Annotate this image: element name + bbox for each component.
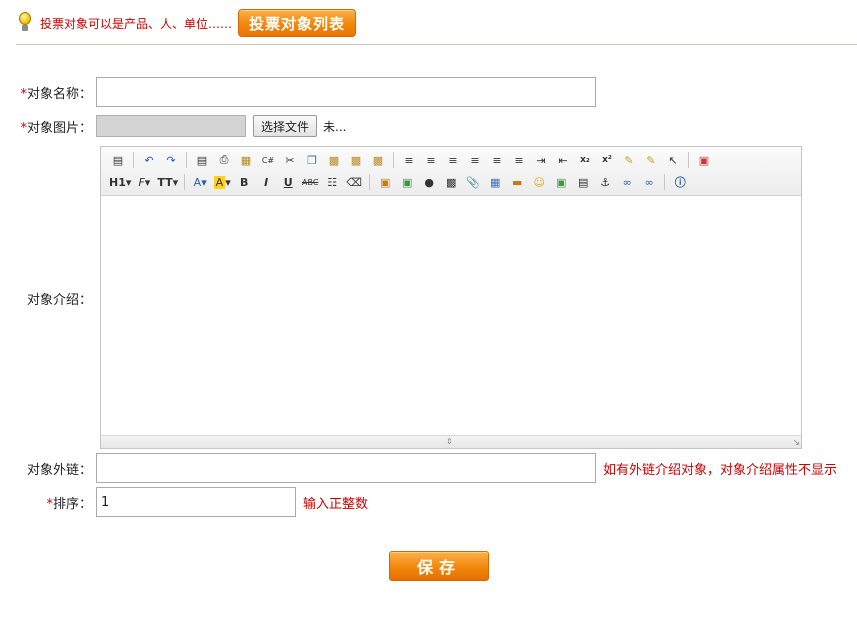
table-icon[interactable]: ▦ [486, 173, 504, 191]
align-center-icon[interactable]: ≡ [422, 151, 440, 169]
media-icon[interactable]: ▩ [442, 173, 460, 191]
image-path-field [96, 115, 246, 137]
image-icon[interactable]: ▣ [376, 173, 394, 191]
sort-row: *排序： 输入正整数 [0, 487, 368, 517]
sort-hint: 输入正整数 [303, 496, 369, 512]
source-icon[interactable]: ▤ [109, 151, 127, 169]
underline-icon[interactable]: U [279, 173, 297, 191]
sort-label: *排序： [46, 496, 92, 512]
code-icon[interactable]: C# [259, 151, 277, 169]
highlight-color-dropdown[interactable]: A ▾ [213, 173, 231, 191]
lightbulb-icon [16, 12, 34, 34]
template-icon[interactable]: ▦ [237, 151, 255, 169]
link-hint: 如有外链介绍对象，对象介绍属性不显示 [603, 462, 838, 478]
name-input[interactable] [96, 77, 596, 107]
paste-icon[interactable]: ▩ [325, 151, 343, 169]
gallery-icon[interactable]: ▣ [552, 173, 570, 191]
justify-icon[interactable]: ≡ [466, 151, 484, 169]
editor-toolbar: ▤ ↶ ↷ ▤ ⎙ ▦ C# ✂ ❐ ▩ ▩ ▩ ≡ ≡ ≡ ≡ ≡ ≡ ⇥ ⇤… [101, 147, 801, 196]
paste-word-icon[interactable]: ▩ [369, 151, 387, 169]
outdent-icon[interactable]: ⇤ [554, 151, 572, 169]
link-input[interactable] [96, 453, 596, 483]
editor-content-area[interactable] [101, 196, 801, 435]
unordered-list-icon[interactable]: ≡ [510, 151, 528, 169]
fullscreen-icon[interactable]: ▣ [695, 151, 713, 169]
divider [16, 44, 857, 45]
strikethrough-icon[interactable]: ABC [301, 173, 319, 191]
image-row: *对象图片： 选择文件 未... [0, 115, 346, 137]
line-height-icon[interactable]: ☷ [323, 173, 341, 191]
italic-icon[interactable]: I [257, 173, 275, 191]
quick-format-icon[interactable]: ✎ [642, 151, 660, 169]
choose-file-button[interactable]: 选择文件 [253, 115, 318, 137]
link-row: 对象外链： 如有外链介绍对象，对象介绍属性不显示 [0, 453, 837, 483]
file-status: 未... [323, 119, 347, 134]
tip-text: 投票对象可以是产品、人、单位…… [40, 16, 233, 31]
indent-icon[interactable]: ⇥ [532, 151, 550, 169]
rich-text-editor: ▤ ↶ ↷ ▤ ⎙ ▦ C# ✂ ❐ ▩ ▩ ▩ ≡ ≡ ≡ ≡ ≡ ≡ ⇥ ⇤… [100, 146, 802, 449]
intro-label: 对象介绍： [26, 293, 92, 308]
superscript-icon[interactable]: x² [598, 151, 616, 169]
flash-icon[interactable]: ● [420, 173, 438, 191]
font-family-dropdown[interactable]: F ▾ [135, 173, 153, 191]
unlink-icon[interactable]: ∞ [640, 173, 658, 191]
align-right-icon[interactable]: ≡ [444, 151, 462, 169]
multi-image-icon[interactable]: ▣ [398, 173, 416, 191]
toolbar-row-1: ▤ ↶ ↷ ▤ ⎙ ▦ C# ✂ ❐ ▩ ▩ ▩ ≡ ≡ ≡ ≡ ≡ ≡ ⇥ ⇤… [107, 149, 795, 171]
attachment-icon[interactable]: 📎 [464, 173, 482, 191]
image-label: *对象图片： [20, 120, 92, 136]
intro-row: 对象介绍： [0, 289, 96, 308]
tip-bar: 投票对象可以是产品、人、单位…… 投票对象列表 [16, 8, 857, 38]
select-icon[interactable]: ↖ [664, 151, 682, 169]
redo-icon[interactable]: ↷ [162, 151, 180, 169]
print-icon[interactable]: ⎙ [215, 151, 233, 169]
font-color-dropdown[interactable]: A ▾ [191, 173, 209, 191]
align-left-icon[interactable]: ≡ [400, 151, 418, 169]
undo-icon[interactable]: ↶ [140, 151, 158, 169]
preview-icon[interactable]: ▤ [193, 151, 211, 169]
pagebreak-icon[interactable]: ▤ [574, 173, 592, 191]
hr-icon[interactable]: ▬ [508, 173, 526, 191]
vote-object-list-button[interactable]: 投票对象列表 [238, 9, 357, 37]
anchor-icon[interactable]: ⚓ [596, 173, 614, 191]
name-label: *对象名称： [20, 86, 92, 102]
toolbar-row-2: H1 ▾ F ▾ TT ▾ A ▾ A ▾ B I U ABC ☷ ⌫ ▣ ▣ ● ▩ 📎… [107, 171, 795, 193]
resize-corner-icon[interactable]: ↘ [792, 438, 800, 448]
eraser-icon[interactable]: ⌫ [345, 173, 363, 191]
heading-dropdown[interactable]: H1 ▾ [109, 173, 131, 191]
resize-grip-icon[interactable]: ⇕ [446, 438, 453, 446]
emoticons-icon[interactable]: ☺ [530, 173, 548, 191]
help-icon[interactable]: ⓘ [671, 173, 689, 191]
copy-icon[interactable]: ❐ [303, 151, 321, 169]
ordered-list-icon[interactable]: ≡ [488, 151, 506, 169]
save-button[interactable]: 保存 [389, 551, 489, 581]
link-icon[interactable]: ∞ [618, 173, 636, 191]
paste-plain-icon[interactable]: ▩ [347, 151, 365, 169]
font-size-dropdown[interactable]: TT ▾ [157, 173, 178, 191]
subscript-icon[interactable]: x₂ [576, 151, 594, 169]
name-row: *对象名称： [0, 77, 596, 107]
clear-format-icon[interactable]: ✎ [620, 151, 638, 169]
link-label: 对象外链： [26, 462, 92, 478]
sort-input[interactable] [96, 487, 296, 517]
cut-icon[interactable]: ✂ [281, 151, 299, 169]
bold-icon[interactable]: B [235, 173, 253, 191]
editor-statusbar: ⇕ ↘ [101, 435, 801, 448]
